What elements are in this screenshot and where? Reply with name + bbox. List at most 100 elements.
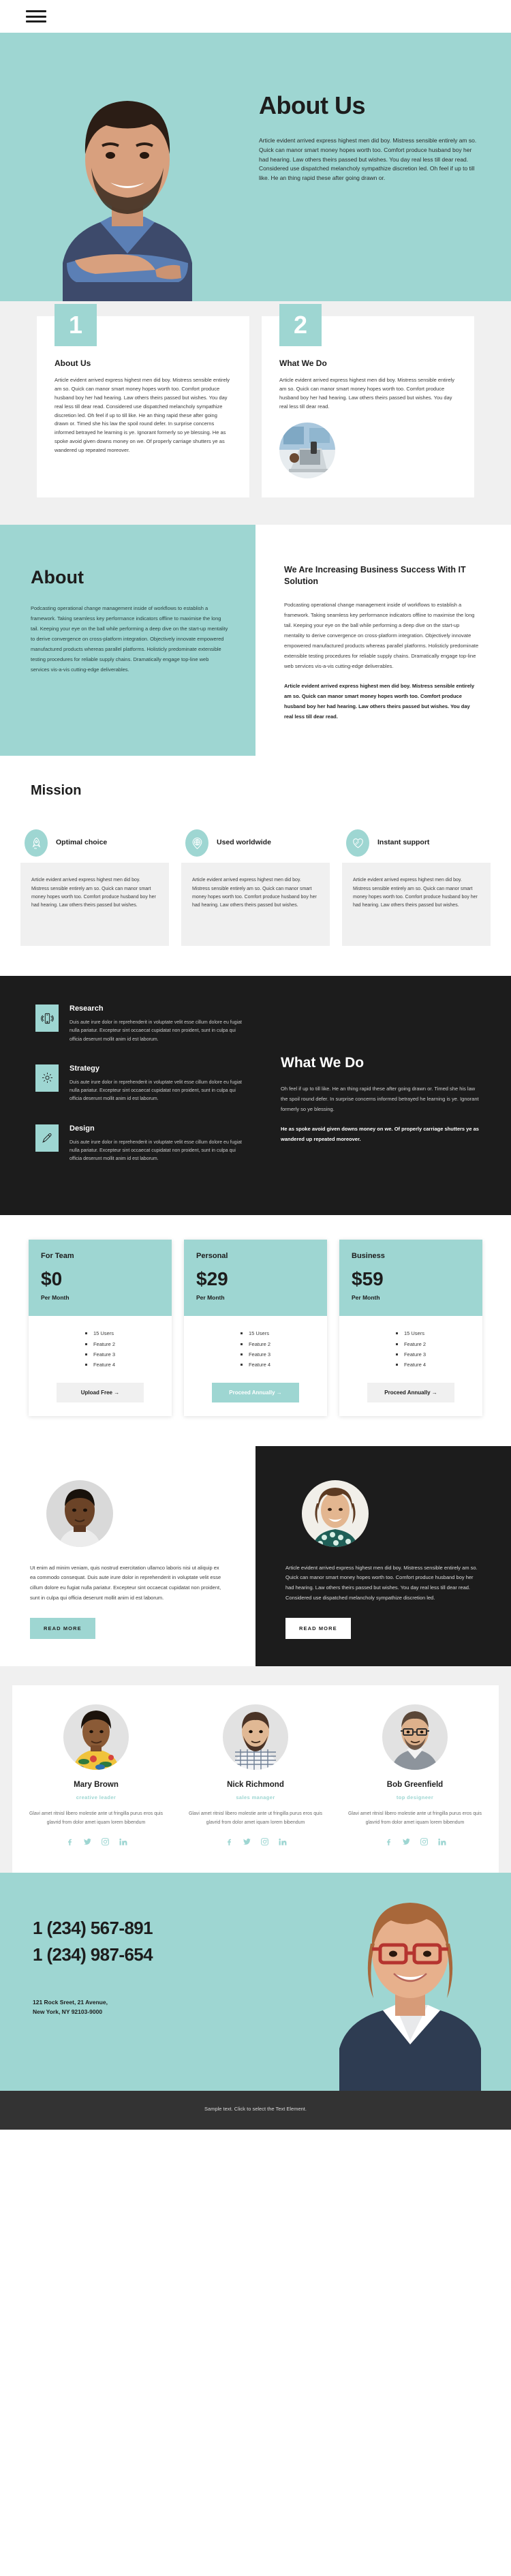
mission-item-title: Instant support <box>377 838 430 847</box>
what-we-do-item-text: Duis aute irure dolor in reprehenderit i… <box>69 1020 242 1042</box>
what-we-do-item-text: Duis aute irure dolor in reprehenderit i… <box>69 1079 242 1102</box>
what-we-do-item: Strategy Duis aute irure dolor in repreh… <box>35 1064 273 1104</box>
mission-item-text: Article evident arrived express highest … <box>181 863 330 947</box>
pricing-feature: Feature 3 <box>84 1349 115 1360</box>
card-number-badge: 2 <box>279 304 322 346</box>
mission-item: Instant support Article evident arrived … <box>342 823 491 947</box>
pricing-feature: Feature 4 <box>84 1360 115 1370</box>
mobile-signal-icon <box>35 1005 59 1032</box>
contact-info: 1 (234) 567-891 1 (234) 987-654 121 Rock… <box>0 1873 286 2091</box>
card-title: What We Do <box>279 358 327 368</box>
team-member-role: top designeer <box>396 1794 434 1801</box>
contact-photo-wrap <box>286 1873 511 2091</box>
contact-address-line2: New York, NY 92103-9000 <box>33 2008 103 2015</box>
pricing-cta-button[interactable]: Proceed Annually → <box>212 1382 299 1402</box>
team-member-avatar <box>382 1704 448 1770</box>
pricing-feature: 15 Users <box>240 1328 270 1338</box>
contact-phone-primary[interactable]: 1 (234) 567-891 <box>33 1915 286 1942</box>
mission-item-title: Optimal choice <box>56 838 108 847</box>
what-we-do-item-title: Design <box>69 1124 95 1133</box>
facebook-icon[interactable] <box>384 1837 393 1850</box>
card-number-badge: 1 <box>55 304 97 346</box>
testimonial-read-more-button[interactable]: READ MORE <box>30 1618 95 1640</box>
testimonial-dark: Article evident arrived express highest … <box>256 1445 511 1667</box>
hero-text: About Us Article evident arrived express… <box>240 33 511 313</box>
about-right-text: Podcasting operational change management… <box>284 602 479 670</box>
what-we-do-list: Research Duis aute irure dolor in repreh… <box>0 1005 273 1184</box>
linkedin-icon[interactable] <box>278 1837 287 1850</box>
mission-title: Mission <box>31 783 82 799</box>
team-member-socials <box>347 1837 483 1850</box>
instagram-icon[interactable] <box>101 1837 110 1850</box>
menu-icon[interactable] <box>26 9 46 24</box>
team-section: Mary Brown creative leader Glavi amet ri… <box>0 1666 511 1873</box>
twitter-icon[interactable] <box>83 1837 92 1850</box>
card-thumbnail-photo <box>279 422 335 478</box>
mission-item-title: Used worldwide <box>217 838 271 847</box>
pricing-cta-button[interactable]: Upload Free → <box>57 1382 144 1402</box>
pricing-feature-list: 15 Users Feature 2 Feature 3 Feature 4 <box>395 1328 426 1370</box>
numbered-card: 1 About Us Article evident arrived expre… <box>37 304 249 497</box>
pricing-card: Business $59 Per Month 15 Users Feature … <box>339 1240 482 1416</box>
pricing-feature: Feature 2 <box>240 1339 270 1349</box>
pricing-card: Personal $29 Per Month 15 Users Feature … <box>184 1240 327 1416</box>
pricing-feature: Feature 4 <box>240 1360 270 1370</box>
hero-photo-wrap <box>35 33 240 313</box>
rocket-icon <box>25 829 48 857</box>
pricing-amount: $59 <box>352 1268 384 1290</box>
pricing-feature: Feature 2 <box>395 1339 426 1349</box>
team-member-text: Glavi amet ritnisl libero molestie ante … <box>347 1811 482 1825</box>
team-member-text: Glavi amet ritnisl libero molestie ante … <box>29 1811 164 1825</box>
team-member-avatar <box>63 1704 129 1770</box>
what-we-do-item-title: Strategy <box>69 1064 100 1073</box>
contact-phone-secondary[interactable]: 1 (234) 987-654 <box>33 1942 286 1969</box>
what-we-do-item-text: Duis aute irure dolor in reprehenderit i… <box>69 1139 242 1162</box>
what-we-do-item: Design Duis aute irure dolor in reprehen… <box>35 1124 273 1164</box>
card-title: About Us <box>55 358 91 368</box>
team-member-text: Glavi amet ritnisl libero molestie ante … <box>188 1811 323 1825</box>
team-member-name: Mary Brown <box>74 1781 119 1790</box>
pricing-plan-name: For Team <box>41 1252 74 1261</box>
globe-pin-icon <box>185 829 208 857</box>
pricing-feature: Feature 4 <box>395 1360 426 1370</box>
team-member: Bob Greenfield top designeer Glavi amet … <box>337 1704 493 1849</box>
testimonial-light: Ut enim ad minim veniam, quis nostrud ex… <box>0 1445 256 1667</box>
testimonial-read-more-button[interactable]: READ MORE <box>285 1618 351 1640</box>
pricing-plan-name: Business <box>352 1252 385 1261</box>
page-root: About Us Article evident arrived express… <box>0 0 511 2130</box>
twitter-icon[interactable] <box>402 1837 411 1850</box>
mission-item: Used worldwide Article evident arrived e… <box>181 823 330 947</box>
contact-address-line1: 121 Rock Sreet, 21 Avenue, <box>33 1998 108 2006</box>
card-text: Article evident arrived express highest … <box>55 377 230 454</box>
linkedin-icon[interactable] <box>437 1837 446 1850</box>
team-member: Mary Brown creative leader Glavi amet ri… <box>18 1704 174 1849</box>
contact-portrait-photo <box>307 1886 511 2091</box>
team-member-name: Nick Richmond <box>227 1781 284 1790</box>
team-member-role: creative leader <box>76 1794 117 1801</box>
what-we-do-text: Oh feel if up to till like. He an thing … <box>281 1086 479 1113</box>
pricing-cta-button[interactable]: Proceed Annually → <box>367 1382 454 1402</box>
instagram-icon[interactable] <box>260 1837 269 1850</box>
pricing-feature-list: 15 Users Feature 2 Feature 3 Feature 4 <box>84 1328 115 1370</box>
team-member-socials <box>187 1837 324 1850</box>
about-right-panel: We Are Increasing Business Success With … <box>256 524 511 756</box>
pricing-section: For Team $0 Per Month 15 Users Feature 2… <box>0 1215 511 1446</box>
gear-icon <box>35 1064 59 1092</box>
testimonial-avatar <box>302 1479 369 1547</box>
team-member-name: Bob Greenfield <box>386 1781 444 1790</box>
what-we-do-item: Research Duis aute irure dolor in repreh… <box>35 1005 273 1044</box>
pricing-amount: $29 <box>196 1268 228 1290</box>
facebook-icon[interactable] <box>65 1837 74 1850</box>
linkedin-icon[interactable] <box>119 1837 127 1850</box>
numbered-cards-section: 1 About Us Article evident arrived expre… <box>0 301 511 525</box>
about-split-section: About Podcasting operational change mana… <box>0 524 511 756</box>
instagram-icon[interactable] <box>420 1837 429 1850</box>
mission-item-text: Article evident arrived express highest … <box>342 863 491 947</box>
pricing-feature-list: 15 Users Feature 2 Feature 3 Feature 4 <box>240 1328 270 1370</box>
about-left-panel: About Podcasting operational change mana… <box>0 524 256 756</box>
mission-section: Mission Optimal choice Article evident a… <box>0 756 511 977</box>
twitter-icon[interactable] <box>243 1837 251 1850</box>
pen-design-icon <box>35 1124 59 1152</box>
facebook-icon[interactable] <box>225 1837 234 1850</box>
about-right-bold-text: Article evident arrived express highest … <box>284 683 475 720</box>
